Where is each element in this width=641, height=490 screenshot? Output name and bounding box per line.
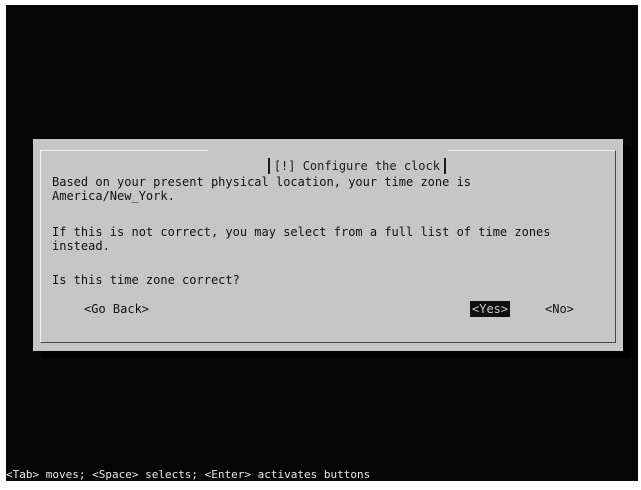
title-right-bar <box>443 158 446 174</box>
status-bar-help: <Tab> moves; <Space> selects; <Enter> ac… <box>6 468 371 481</box>
no-button[interactable]: <No> <box>545 301 574 317</box>
go-back-button[interactable]: <Go Back> <box>84 301 149 317</box>
terminal-screen: [!] Configure the clock Based on your pr… <box>6 5 638 481</box>
location-text-line-2: America/New_York. <box>52 189 175 203</box>
dialog-title: [!] Configure the clock <box>273 159 440 173</box>
configure-clock-dialog: [!] Configure the clock Based on your pr… <box>33 139 623 351</box>
question-text: Is this time zone correct? <box>52 273 240 287</box>
fallback-text-line-1: If this is not correct, you may select f… <box>52 225 551 239</box>
location-text-line-1: Based on your present physical location,… <box>52 175 472 189</box>
fallback-text-line-2: instead. <box>52 239 110 253</box>
yes-button[interactable]: <Yes> <box>470 301 511 317</box>
